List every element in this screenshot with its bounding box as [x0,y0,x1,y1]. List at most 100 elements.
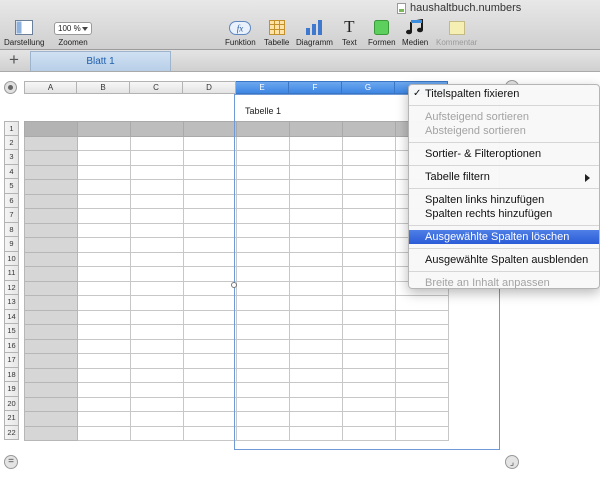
sheet-tab[interactable]: Blatt 1 [30,51,171,71]
table-cell[interactable] [77,179,131,195]
table-cell[interactable] [183,353,237,369]
table-cell[interactable] [342,135,396,151]
table-cell[interactable] [342,164,396,180]
menu-item[interactable]: Spalten rechts hinzufügen [409,207,599,221]
table-cell[interactable] [24,353,78,369]
table-cell[interactable] [77,164,131,180]
row-header-5[interactable]: 5 [4,179,19,194]
menu-item[interactable]: Spalten links hinzufügen [409,193,599,207]
table-cell[interactable] [183,222,237,238]
table-cell[interactable] [342,208,396,224]
table-cell[interactable] [395,338,449,354]
table-cell[interactable] [289,266,343,282]
table-cell[interactable] [289,338,343,354]
table-cell[interactable] [77,150,131,166]
table-cell[interactable] [183,425,237,441]
table-cell[interactable] [130,164,184,180]
menu-item[interactable]: Sortier- & Filteroptionen [409,147,599,161]
table-cell[interactable] [342,425,396,441]
column-header-e[interactable]: E [236,81,289,94]
table-cell[interactable] [77,382,131,398]
row-header-1[interactable]: 1 [4,121,19,136]
row-header-4[interactable]: 4 [4,164,19,179]
media-button[interactable]: Medien [402,18,428,47]
table-cell[interactable] [77,353,131,369]
table-cell[interactable] [130,295,184,311]
table-cell[interactable] [342,324,396,340]
table-resize-handle[interactable] [231,282,237,288]
table-cell[interactable] [183,251,237,267]
row-header-12[interactable]: 12 [4,280,19,295]
table-cell[interactable] [77,193,131,209]
table-cell[interactable] [24,164,78,180]
table-cell[interactable] [130,222,184,238]
table-cell[interactable] [24,367,78,383]
table-cell[interactable] [77,121,131,137]
row-header-10[interactable]: 10 [4,251,19,266]
table-cell[interactable] [130,121,184,137]
column-header-d[interactable]: D [183,81,236,94]
menu-item[interactable]: ✓ Titelspalten fixieren [409,87,599,101]
table-cell[interactable] [183,382,237,398]
table-cell[interactable] [24,135,78,151]
table-title[interactable]: Tabelle 1 [245,106,281,116]
row-header-11[interactable]: 11 [4,266,19,281]
table-cell[interactable] [342,411,396,427]
table-cell[interactable] [395,295,449,311]
table-cell[interactable] [342,150,396,166]
table-cell[interactable] [183,121,237,137]
table-cell[interactable] [236,266,290,282]
table-cell[interactable] [130,179,184,195]
table-cell[interactable] [130,237,184,253]
table-cell[interactable] [236,135,290,151]
table-cell[interactable] [395,382,449,398]
table-cell[interactable] [289,367,343,383]
table-cell[interactable] [130,382,184,398]
function-button[interactable]: fx Funktion [225,18,256,47]
table-cell[interactable] [183,135,237,151]
table-cell[interactable] [236,396,290,412]
add-row-handle[interactable]: = [4,455,18,469]
table-cell[interactable] [24,425,78,441]
table-cell[interactable] [183,150,237,166]
table-cell[interactable] [24,411,78,427]
table-cell[interactable] [24,396,78,412]
row-header-9[interactable]: 9 [4,237,19,252]
table-cell[interactable] [395,411,449,427]
table-cell[interactable] [342,179,396,195]
table-cell[interactable] [24,324,78,340]
table-cell[interactable] [183,396,237,412]
table-grid[interactable] [24,121,449,441]
table-cell[interactable] [236,251,290,267]
table-corner-resize-handle[interactable]: ⌟ [505,455,519,469]
table-cell[interactable] [130,150,184,166]
table-cell[interactable] [24,338,78,354]
table-cell[interactable] [77,222,131,238]
table-cell[interactable] [77,367,131,383]
table-cell[interactable] [289,251,343,267]
table-cell[interactable] [77,280,131,296]
table-cell[interactable] [183,179,237,195]
table-cell[interactable] [289,150,343,166]
table-cell[interactable] [342,367,396,383]
table-cell[interactable] [77,338,131,354]
row-header-17[interactable]: 17 [4,353,19,368]
table-cell[interactable] [130,309,184,325]
table-cell[interactable] [289,121,343,137]
table-cell[interactable] [342,121,396,137]
table-cell[interactable] [77,425,131,441]
table-cell[interactable] [236,382,290,398]
table-cell[interactable] [130,251,184,267]
table-cell[interactable] [24,382,78,398]
table-cell[interactable] [130,411,184,427]
table-cell[interactable] [130,280,184,296]
table-cell[interactable] [395,324,449,340]
table-cell[interactable] [289,135,343,151]
table-cell[interactable] [183,367,237,383]
table-cell[interactable] [289,425,343,441]
table-cell[interactable] [289,382,343,398]
row-header-2[interactable]: 2 [4,135,19,150]
table-cell[interactable] [342,382,396,398]
zoom-select[interactable]: 100 % [54,22,92,35]
table-cell[interactable] [342,222,396,238]
